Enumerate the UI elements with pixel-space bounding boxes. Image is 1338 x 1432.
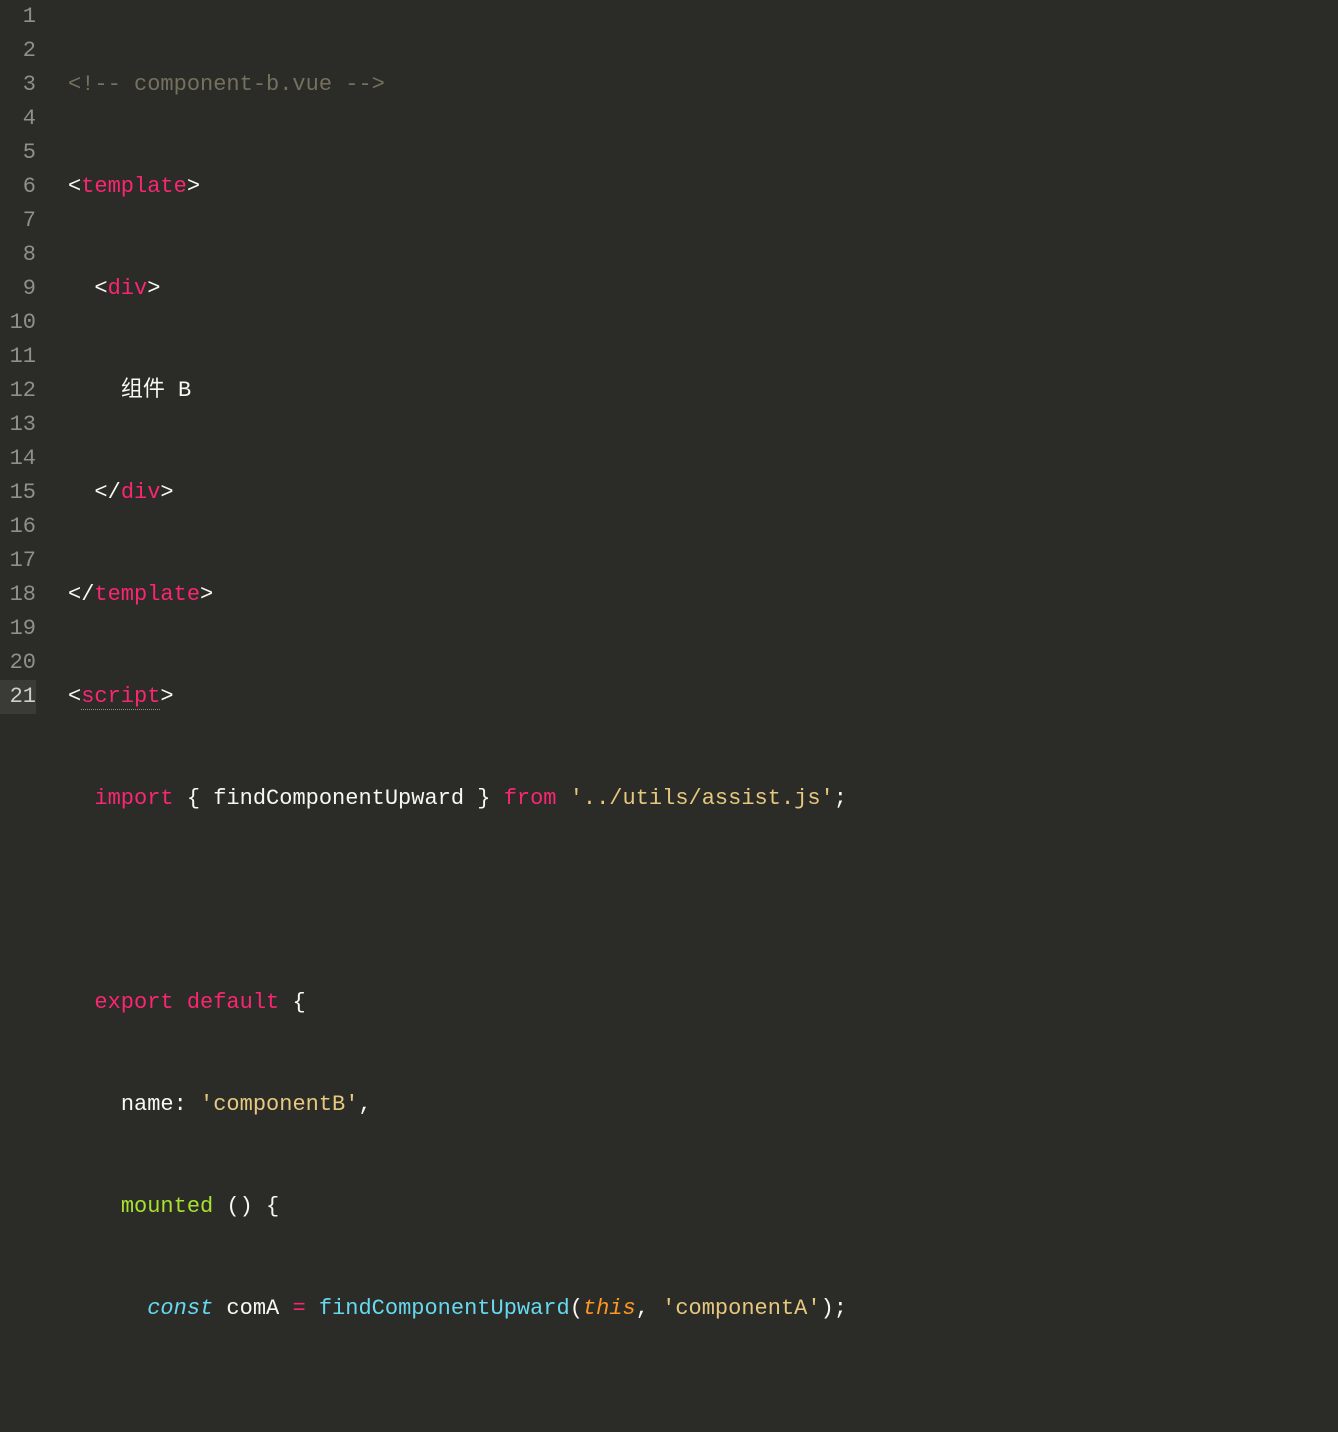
code-line[interactable]: name: 'componentB', [68, 1088, 1338, 1122]
code-line[interactable] [68, 884, 1338, 918]
code-line[interactable]: 组件 B [68, 374, 1338, 408]
line-number: 10 [0, 306, 36, 340]
string-token: 'componentB' [200, 1092, 358, 1117]
line-number: 3 [0, 68, 36, 102]
code-line[interactable]: import { findComponentUpward } from '../… [68, 782, 1338, 816]
string-token: 'componentA' [662, 1296, 820, 1321]
code-line[interactable]: </div> [68, 476, 1338, 510]
default-keyword: default [187, 990, 279, 1015]
const-keyword: const [147, 1296, 213, 1321]
from-keyword: from [504, 786, 557, 811]
string-token: '../utils/assist.js' [570, 786, 834, 811]
code-line[interactable]: </template> [68, 578, 1338, 612]
code-line[interactable]: <template> [68, 170, 1338, 204]
line-number: 15 [0, 476, 36, 510]
export-keyword: export [94, 990, 173, 1015]
line-number: 21 [0, 680, 36, 714]
line-number-gutter: 1 2 3 4 5 6 7 8 9 10 11 12 13 14 15 16 1… [0, 0, 48, 716]
code-line[interactable]: export default { [68, 986, 1338, 1020]
line-number: 19 [0, 612, 36, 646]
code-line[interactable]: const comA = findComponentUpward(this, '… [68, 1292, 1338, 1326]
line-number: 6 [0, 170, 36, 204]
line-number: 7 [0, 204, 36, 238]
this-keyword: this [583, 1296, 636, 1321]
method-name: mounted [121, 1194, 213, 1219]
text-content: 组件 B [121, 378, 191, 403]
comment-token: <!-- component-b.vue --> [68, 72, 385, 97]
line-number: 2 [0, 34, 36, 68]
code-area[interactable]: <!-- component-b.vue --> <template> <div… [48, 0, 1338, 716]
code-line[interactable]: <div> [68, 272, 1338, 306]
line-number: 16 [0, 510, 36, 544]
line-number: 14 [0, 442, 36, 476]
import-keyword: import [94, 786, 173, 811]
template-close-tag: template [94, 582, 200, 607]
code-line[interactable] [68, 1394, 1338, 1428]
property-name: name [121, 1092, 174, 1117]
line-number: 1 [0, 0, 36, 34]
line-number: 17 [0, 544, 36, 578]
template-tag: template [81, 174, 187, 199]
code-line[interactable]: <!-- component-b.vue --> [68, 68, 1338, 102]
line-number: 5 [0, 136, 36, 170]
line-number: 8 [0, 238, 36, 272]
script-tag: script [81, 684, 160, 710]
line-number: 11 [0, 340, 36, 374]
code-line[interactable]: <script> [68, 680, 1338, 714]
line-number: 4 [0, 102, 36, 136]
line-number: 9 [0, 272, 36, 306]
line-number: 20 [0, 646, 36, 680]
function-call: findComponentUpward [319, 1296, 570, 1321]
line-number: 13 [0, 408, 36, 442]
div-tag: div [108, 276, 148, 301]
code-line[interactable]: mounted () { [68, 1190, 1338, 1224]
line-number: 12 [0, 374, 36, 408]
line-number: 18 [0, 578, 36, 612]
code-editor[interactable]: 1 2 3 4 5 6 7 8 9 10 11 12 13 14 15 16 1… [0, 0, 1338, 716]
div-close-tag: div [121, 480, 161, 505]
